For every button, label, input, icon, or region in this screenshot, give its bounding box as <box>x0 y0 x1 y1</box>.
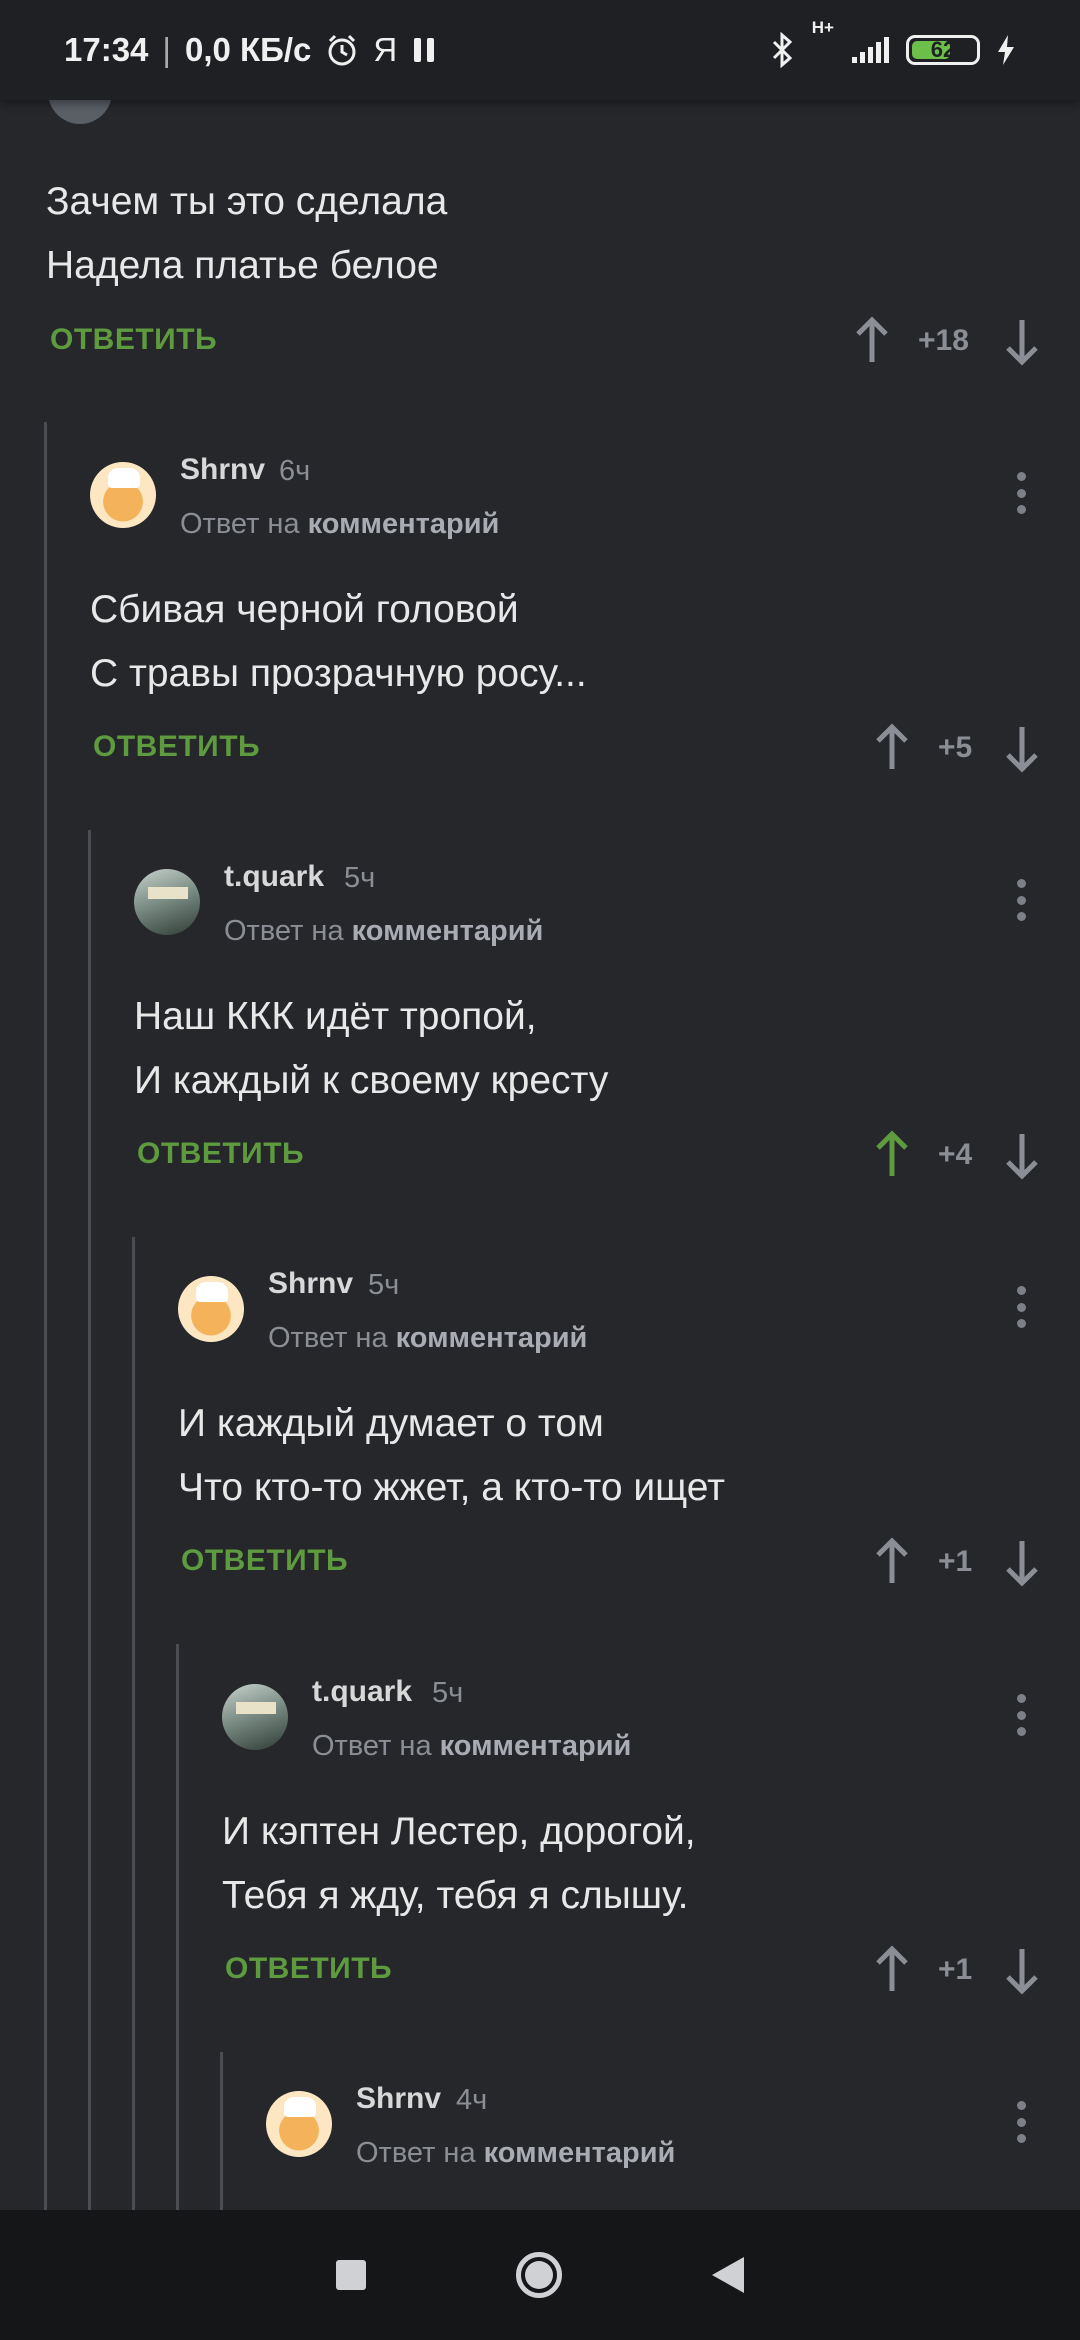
signal-icon <box>852 37 889 63</box>
avatar[interactable] <box>266 2091 332 2157</box>
pause-icon <box>414 38 435 62</box>
battery-indicator: 62 <box>906 35 980 65</box>
charging-icon <box>998 35 1014 65</box>
yandex-icon: Я <box>373 31 398 68</box>
network-type: H+ <box>811 18 834 37</box>
reply-to-prefix: Ответ на <box>356 2137 476 2169</box>
comment: Shrnv 4ч Ответ на комментарий <box>0 0 1080 2210</box>
username[interactable]: Shrnv <box>356 2082 441 2116</box>
status-divider: | <box>162 31 171 68</box>
status-bar: 17:34 | 0,0 КБ/с Я H+ 62 <box>0 0 1080 100</box>
comment-thread: Зачем ты это сделала Надела платье белое… <box>0 0 1080 2210</box>
network-speed: 0,0 КБ/с <box>184 31 312 68</box>
alarm-clock-icon <box>328 34 356 66</box>
system-navigation-bar <box>0 2210 1080 2340</box>
clock: 17:34 <box>64 31 149 68</box>
reply-to-label: Ответ на комментарий <box>356 2137 675 2170</box>
battery-percent: 62 <box>930 37 956 62</box>
home-icon[interactable] <box>516 2252 562 2298</box>
reply-to-link[interactable]: комментарий <box>484 2137 676 2169</box>
back-icon[interactable] <box>712 2257 744 2293</box>
more-options-icon[interactable] <box>1013 2101 1029 2143</box>
recent-apps-icon[interactable] <box>336 2260 366 2290</box>
bluetooth-icon <box>772 32 792 68</box>
timestamp: 4ч <box>456 2084 488 2116</box>
